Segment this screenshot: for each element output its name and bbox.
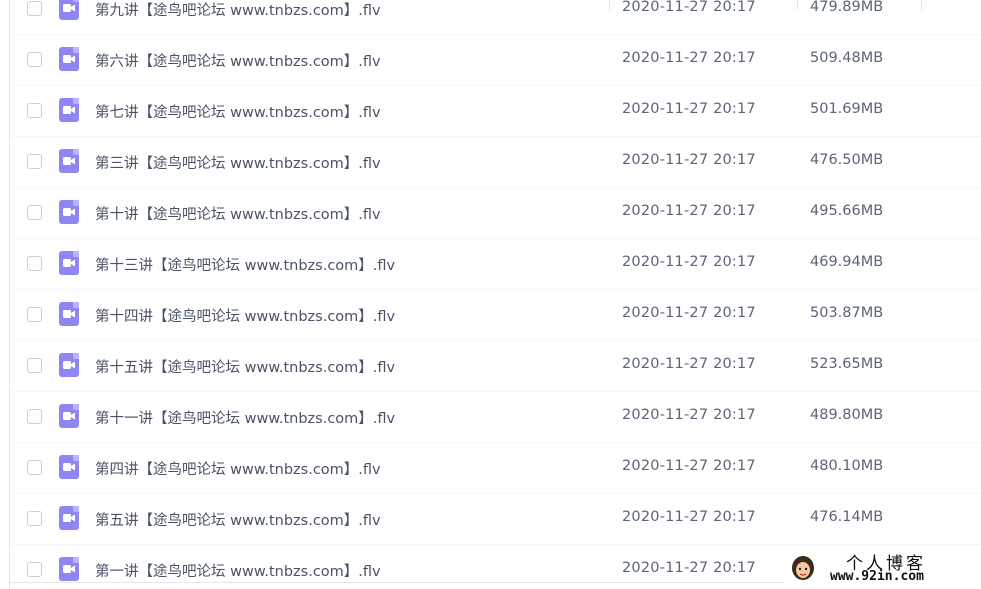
file-size: 479.89MB <box>810 0 884 15</box>
row-checkbox[interactable] <box>27 256 42 271</box>
file-size: 509.48MB <box>810 50 884 66</box>
file-size: 495.66MB <box>810 203 884 219</box>
video-file-icon <box>59 404 79 428</box>
file-size: 476.14MB <box>810 509 884 525</box>
file-date: 2020-11-27 20:17 <box>622 458 756 474</box>
file-name[interactable]: 第十一讲【途鸟吧论坛 www.tnbzs.com】.flv <box>95 407 395 428</box>
video-file-icon <box>59 302 79 326</box>
file-date: 2020-11-27 20:17 <box>622 152 756 168</box>
row-checkbox[interactable] <box>27 409 42 424</box>
file-name[interactable]: 第四讲【途鸟吧论坛 www.tnbzs.com】.flv <box>95 458 381 479</box>
file-date: 2020-11-27 20:17 <box>622 560 756 576</box>
row-checkbox[interactable] <box>27 511 42 526</box>
row-checkbox[interactable] <box>27 307 42 322</box>
list-bottom-border <box>9 582 789 583</box>
video-file-icon <box>59 98 79 122</box>
blog-watermark: 个人博客 www.92in.com <box>784 546 981 589</box>
video-file-icon <box>59 47 79 71</box>
file-row[interactable]: 第七讲【途鸟吧论坛 www.tnbzs.com】.flv 2020-11-27 … <box>10 86 981 137</box>
file-size: 476.50MB <box>810 152 884 168</box>
file-size: 503.87MB <box>810 305 884 321</box>
file-name[interactable]: 第七讲【途鸟吧论坛 www.tnbzs.com】.flv <box>95 101 381 122</box>
file-size: 489.80MB <box>810 407 884 423</box>
row-checkbox[interactable] <box>27 562 42 577</box>
file-size: 469.94MB <box>810 254 884 270</box>
file-row[interactable]: 第十四讲【途鸟吧论坛 www.tnbzs.com】.flv 2020-11-27… <box>10 290 981 341</box>
file-row[interactable]: 第四讲【途鸟吧论坛 www.tnbzs.com】.flv 2020-11-27 … <box>10 443 981 494</box>
video-file-icon <box>59 149 79 173</box>
file-date: 2020-11-27 20:17 <box>622 50 756 66</box>
row-checkbox[interactable] <box>27 358 42 373</box>
video-file-icon <box>59 353 79 377</box>
video-file-icon <box>59 0 79 20</box>
video-file-icon <box>59 557 79 581</box>
file-name[interactable]: 第十三讲【途鸟吧论坛 www.tnbzs.com】.flv <box>95 254 395 275</box>
watermark-url: www.92in.com <box>830 569 924 584</box>
file-name[interactable]: 第三讲【途鸟吧论坛 www.tnbzs.com】.flv <box>95 152 381 173</box>
file-row[interactable]: 第十讲【途鸟吧论坛 www.tnbzs.com】.flv 2020-11-27 … <box>10 188 981 239</box>
file-date: 2020-11-27 20:17 <box>622 305 756 321</box>
file-name[interactable]: 第六讲【途鸟吧论坛 www.tnbzs.com】.flv <box>95 50 381 71</box>
file-row[interactable]: 第九讲【途鸟吧论坛 www.tnbzs.com】.flv 2020-11-27 … <box>10 0 981 35</box>
file-size: 480.10MB <box>810 458 884 474</box>
row-checkbox[interactable] <box>27 103 42 118</box>
file-date: 2020-11-27 20:17 <box>622 254 756 270</box>
video-file-icon <box>59 455 79 479</box>
video-file-icon <box>59 251 79 275</box>
row-checkbox[interactable] <box>27 205 42 220</box>
row-checkbox[interactable] <box>27 460 42 475</box>
file-row[interactable]: 第十五讲【途鸟吧论坛 www.tnbzs.com】.flv 2020-11-27… <box>10 341 981 392</box>
file-date: 2020-11-27 20:17 <box>622 203 756 219</box>
video-file-icon <box>59 506 79 530</box>
file-name[interactable]: 第五讲【途鸟吧论坛 www.tnbzs.com】.flv <box>95 509 381 530</box>
file-list: 第九讲【途鸟吧论坛 www.tnbzs.com】.flv 2020-11-27 … <box>10 0 981 589</box>
file-name[interactable]: 第九讲【途鸟吧论坛 www.tnbzs.com】.flv <box>95 0 381 20</box>
avatar-icon <box>790 554 816 582</box>
file-row[interactable]: 第六讲【途鸟吧论坛 www.tnbzs.com】.flv 2020-11-27 … <box>10 35 981 86</box>
file-row[interactable]: 第三讲【途鸟吧论坛 www.tnbzs.com】.flv 2020-11-27 … <box>10 137 981 188</box>
file-row[interactable]: 第五讲【途鸟吧论坛 www.tnbzs.com】.flv 2020-11-27 … <box>10 494 981 545</box>
file-name[interactable]: 第十四讲【途鸟吧论坛 www.tnbzs.com】.flv <box>95 305 395 326</box>
file-list-panel: 第九讲【途鸟吧论坛 www.tnbzs.com】.flv 2020-11-27 … <box>9 0 981 589</box>
file-size: 501.69MB <box>810 101 884 117</box>
row-checkbox[interactable] <box>27 154 42 169</box>
video-file-icon <box>59 200 79 224</box>
file-date: 2020-11-27 20:17 <box>622 407 756 423</box>
file-date: 2020-11-27 20:17 <box>622 356 756 372</box>
row-checkbox[interactable] <box>27 1 42 16</box>
file-date: 2020-11-27 20:17 <box>622 509 756 525</box>
file-name[interactable]: 第十讲【途鸟吧论坛 www.tnbzs.com】.flv <box>95 203 381 224</box>
file-name[interactable]: 第十五讲【途鸟吧论坛 www.tnbzs.com】.flv <box>95 356 395 377</box>
file-name[interactable]: 第一讲【途鸟吧论坛 www.tnbzs.com】.flv <box>95 560 381 581</box>
file-date: 2020-11-27 20:17 <box>622 101 756 117</box>
file-row[interactable]: 第十一讲【途鸟吧论坛 www.tnbzs.com】.flv 2020-11-27… <box>10 392 981 443</box>
file-row[interactable]: 第十三讲【途鸟吧论坛 www.tnbzs.com】.flv 2020-11-27… <box>10 239 981 290</box>
row-checkbox[interactable] <box>27 52 42 67</box>
file-size: 523.65MB <box>810 356 884 372</box>
file-date: 2020-11-27 20:17 <box>622 0 756 15</box>
